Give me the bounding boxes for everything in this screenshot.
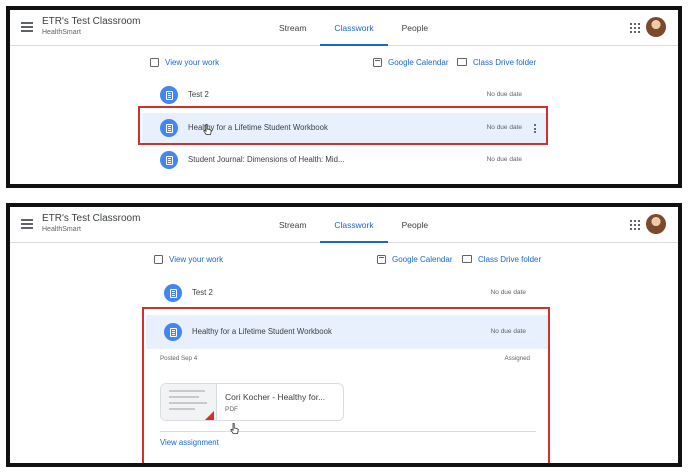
tab-classwork[interactable]: Classwork <box>320 10 388 46</box>
tab-bar: Stream Classwork People <box>265 207 442 243</box>
tab-people[interactable]: People <box>388 10 442 46</box>
tab-classwork[interactable]: Classwork <box>320 207 388 243</box>
person-card-icon <box>150 57 159 67</box>
list-item[interactable]: Test 2 No due date <box>146 278 550 308</box>
screenshot-expanded: ETR's Test Classroom HealthSmart Stream … <box>6 203 682 467</box>
item-due: No due date <box>490 289 526 296</box>
view-your-work-label: View your work <box>165 57 220 67</box>
highlight-box <box>142 307 550 463</box>
folder-icon <box>462 255 472 263</box>
person-card-icon <box>154 254 163 264</box>
tab-stream[interactable]: Stream <box>265 10 320 46</box>
list-item[interactable]: Student Journal: Dimensions of Health: M… <box>142 145 546 175</box>
menu-icon[interactable] <box>21 219 33 229</box>
folder-icon <box>457 58 467 66</box>
google-calendar-label: Google Calendar <box>388 57 449 67</box>
tab-stream[interactable]: Stream <box>265 207 320 243</box>
class-subtitle: HealthSmart <box>42 226 81 233</box>
highlight-box <box>138 106 548 145</box>
class-drive-folder-label: Class Drive folder <box>473 57 537 67</box>
hand-cursor-icon <box>230 423 239 434</box>
avatar[interactable] <box>646 17 666 37</box>
assignment-icon <box>164 284 182 302</box>
google-calendar-label: Google Calendar <box>392 254 453 264</box>
item-due: No due date <box>486 156 522 163</box>
avatar[interactable] <box>646 214 666 234</box>
class-title[interactable]: ETR's Test Classroom <box>42 16 140 27</box>
class-drive-folder-link[interactable]: Class Drive folder <box>462 251 541 267</box>
tab-bar: Stream Classwork People <box>265 10 442 46</box>
class-title[interactable]: ETR's Test Classroom <box>42 213 140 224</box>
assignment-icon <box>160 86 178 104</box>
hand-cursor-icon <box>203 124 212 135</box>
classwork-links: View your work Google Calendar Class Dri… <box>10 251 678 267</box>
tab-people[interactable]: People <box>388 207 442 243</box>
view-your-work-link[interactable]: View your work <box>150 54 219 70</box>
item-title: Student Journal: Dimensions of Health: M… <box>188 155 345 164</box>
class-drive-folder-link[interactable]: Class Drive folder <box>457 54 536 70</box>
top-app-bar: ETR's Test Classroom HealthSmart Stream … <box>10 10 678 46</box>
menu-icon[interactable] <box>21 22 33 32</box>
apps-grid-icon[interactable] <box>630 220 640 230</box>
top-app-bar: ETR's Test Classroom HealthSmart Stream … <box>10 207 678 243</box>
class-drive-folder-label: Class Drive folder <box>478 254 542 264</box>
view-your-work-label: View your work <box>169 254 224 264</box>
item-title: Test 2 <box>192 288 213 297</box>
assignment-icon <box>160 151 178 169</box>
apps-grid-icon[interactable] <box>630 23 640 33</box>
view-your-work-link[interactable]: View your work <box>154 251 223 267</box>
google-calendar-link[interactable]: Google Calendar <box>377 251 452 267</box>
calendar-icon <box>373 57 382 67</box>
class-subtitle: HealthSmart <box>42 29 81 36</box>
google-calendar-link[interactable]: Google Calendar <box>373 54 448 70</box>
screenshot-collapsed: ETR's Test Classroom HealthSmart Stream … <box>6 6 682 188</box>
calendar-icon <box>377 254 386 264</box>
classwork-links: View your work Google Calendar Class Dri… <box>10 54 678 70</box>
